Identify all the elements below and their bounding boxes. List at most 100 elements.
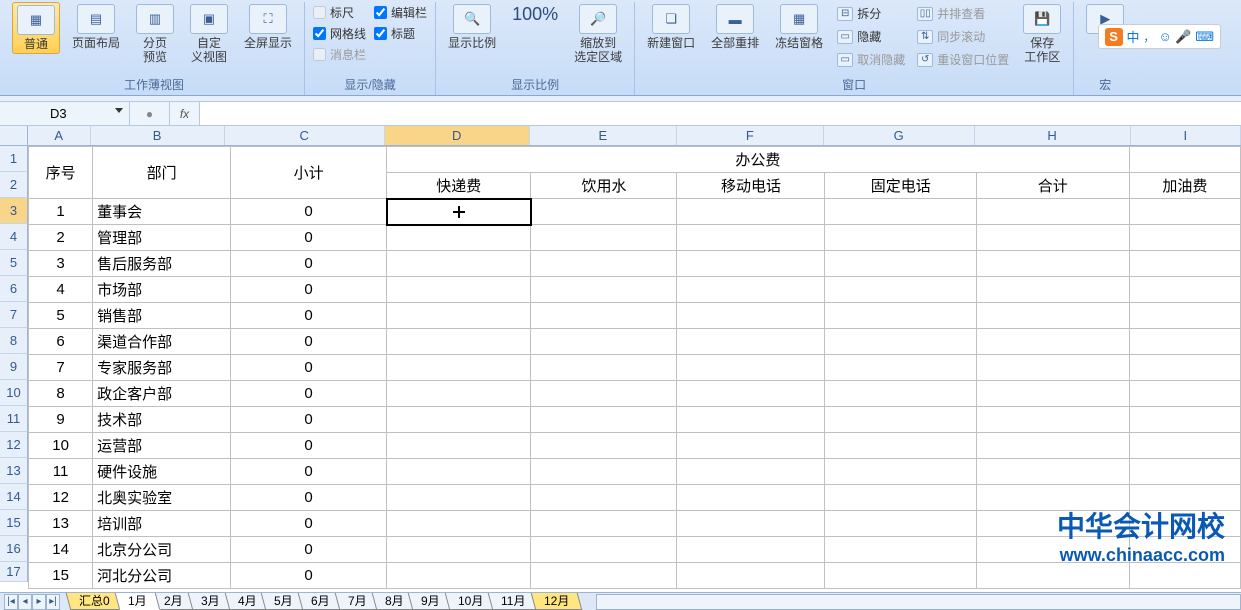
cells-table[interactable]: 序号部门小计办公费快递费饮用水移动电话固定电话合计加油费1董事会02管理部03售… (28, 146, 1241, 589)
cell[interactable] (976, 563, 1129, 589)
cell[interactable] (1129, 225, 1240, 251)
cell[interactable] (677, 277, 825, 303)
cell[interactable]: 0 (230, 225, 386, 251)
cell[interactable] (387, 199, 531, 225)
cell[interactable]: 加油费 (1129, 173, 1240, 199)
cell[interactable] (825, 433, 976, 459)
row-header-14[interactable]: 14 (0, 484, 28, 510)
cell[interactable]: 渠道合作部 (93, 329, 231, 355)
cell[interactable] (976, 199, 1129, 225)
col-header-I[interactable]: I (1131, 126, 1241, 145)
cell[interactable]: 8 (29, 381, 93, 407)
col-header-C[interactable]: C (225, 126, 385, 145)
row-header-15[interactable]: 15 (0, 510, 28, 536)
cell[interactable]: 培训部 (93, 511, 231, 537)
cell[interactable]: 专家服务部 (93, 355, 231, 381)
cell[interactable] (976, 485, 1129, 511)
cell[interactable] (677, 381, 825, 407)
sheet-tab[interactable]: 汇总0 (66, 593, 123, 610)
cell[interactable]: 北奥实验室 (93, 485, 231, 511)
page-break-preview-button[interactable]: ▥分页 预览 (132, 2, 178, 66)
cell[interactable] (825, 303, 976, 329)
row-header-6[interactable]: 6 (0, 276, 28, 302)
cell[interactable]: 12 (29, 485, 93, 511)
cell[interactable]: 0 (230, 303, 386, 329)
cell[interactable]: 河北分公司 (93, 563, 231, 589)
cell[interactable]: 0 (230, 355, 386, 381)
cell[interactable] (825, 199, 976, 225)
cell[interactable]: 0 (230, 511, 386, 537)
cell[interactable]: 硬件设施 (93, 459, 231, 485)
cell[interactable] (976, 433, 1129, 459)
cell[interactable] (531, 381, 677, 407)
cell[interactable]: 0 (230, 485, 386, 511)
cell[interactable] (677, 355, 825, 381)
sheet-tab[interactable]: 1月 (114, 593, 159, 610)
cell[interactable]: 9 (29, 407, 93, 433)
cell[interactable] (1129, 537, 1240, 563)
cell[interactable]: 管理部 (93, 225, 231, 251)
cell[interactable]: 董事会 (93, 199, 231, 225)
fx-button[interactable]: fx (170, 102, 200, 125)
arrange-all-button[interactable]: ▬全部重排 (707, 2, 763, 52)
row-header-3[interactable]: 3 (0, 198, 28, 224)
cell[interactable] (976, 537, 1129, 563)
formula-input[interactable] (200, 102, 1241, 125)
cell[interactable] (677, 199, 825, 225)
cell[interactable] (387, 537, 531, 563)
cell[interactable]: 快递费 (387, 173, 531, 199)
cell[interactable]: 北京分公司 (93, 537, 231, 563)
formula-bar-checkbox[interactable]: 编辑栏 (374, 4, 427, 21)
cell[interactable] (1129, 485, 1240, 511)
cell[interactable] (825, 381, 976, 407)
row-header-7[interactable]: 7 (0, 302, 28, 328)
cell[interactable]: 0 (230, 277, 386, 303)
cell[interactable] (825, 485, 976, 511)
custom-views-button[interactable]: ▣自定 义视图 (186, 2, 232, 66)
cell[interactable] (531, 329, 677, 355)
cell[interactable]: 2 (29, 225, 93, 251)
cell[interactable]: 0 (230, 199, 386, 225)
cell[interactable] (1129, 147, 1240, 173)
zoom-to-selection-button[interactable]: 🔎缩放到 选定区域 (570, 2, 626, 66)
cell[interactable] (976, 459, 1129, 485)
row-headers[interactable]: 1234567891011121314151617 (0, 146, 28, 582)
cell[interactable]: 售后服务部 (93, 251, 231, 277)
cell[interactable] (677, 459, 825, 485)
headings-checkbox[interactable]: 标题 (374, 25, 427, 42)
tab-first-icon[interactable]: |◂ (4, 594, 18, 610)
cell[interactable]: 办公费 (387, 147, 1129, 173)
cell[interactable] (387, 433, 531, 459)
row-header-11[interactable]: 11 (0, 406, 28, 432)
cell[interactable]: 11 (29, 459, 93, 485)
gridlines-checkbox[interactable]: 网格线 (313, 25, 366, 42)
cell[interactable] (531, 459, 677, 485)
cell[interactable] (976, 381, 1129, 407)
cell[interactable] (825, 563, 976, 589)
cell[interactable] (531, 251, 677, 277)
column-headers[interactable]: ABCDEFGHI (28, 126, 1241, 146)
row-header-12[interactable]: 12 (0, 432, 28, 458)
cell[interactable] (387, 277, 531, 303)
cell[interactable] (1129, 251, 1240, 277)
cell[interactable]: 0 (230, 459, 386, 485)
cell[interactable] (825, 407, 976, 433)
cell[interactable] (976, 329, 1129, 355)
cell[interactable]: 0 (230, 433, 386, 459)
cell[interactable]: 13 (29, 511, 93, 537)
cell[interactable]: 3 (29, 251, 93, 277)
cell[interactable]: 0 (230, 537, 386, 563)
cell[interactable]: 小计 (230, 147, 386, 199)
cell[interactable] (677, 433, 825, 459)
normal-view-button[interactable]: ▦普通 (12, 2, 60, 54)
cell[interactable]: 序号 (29, 147, 93, 199)
col-header-F[interactable]: F (677, 126, 824, 145)
cell[interactable] (976, 511, 1129, 537)
cell[interactable] (387, 329, 531, 355)
cell[interactable] (1129, 303, 1240, 329)
row-header-16[interactable]: 16 (0, 536, 28, 562)
save-workspace-button[interactable]: 💾保存 工作区 (1019, 2, 1065, 66)
cell[interactable] (387, 563, 531, 589)
col-header-A[interactable]: A (28, 126, 91, 145)
freeze-panes-button[interactable]: ▦冻结窗格 (771, 2, 827, 52)
